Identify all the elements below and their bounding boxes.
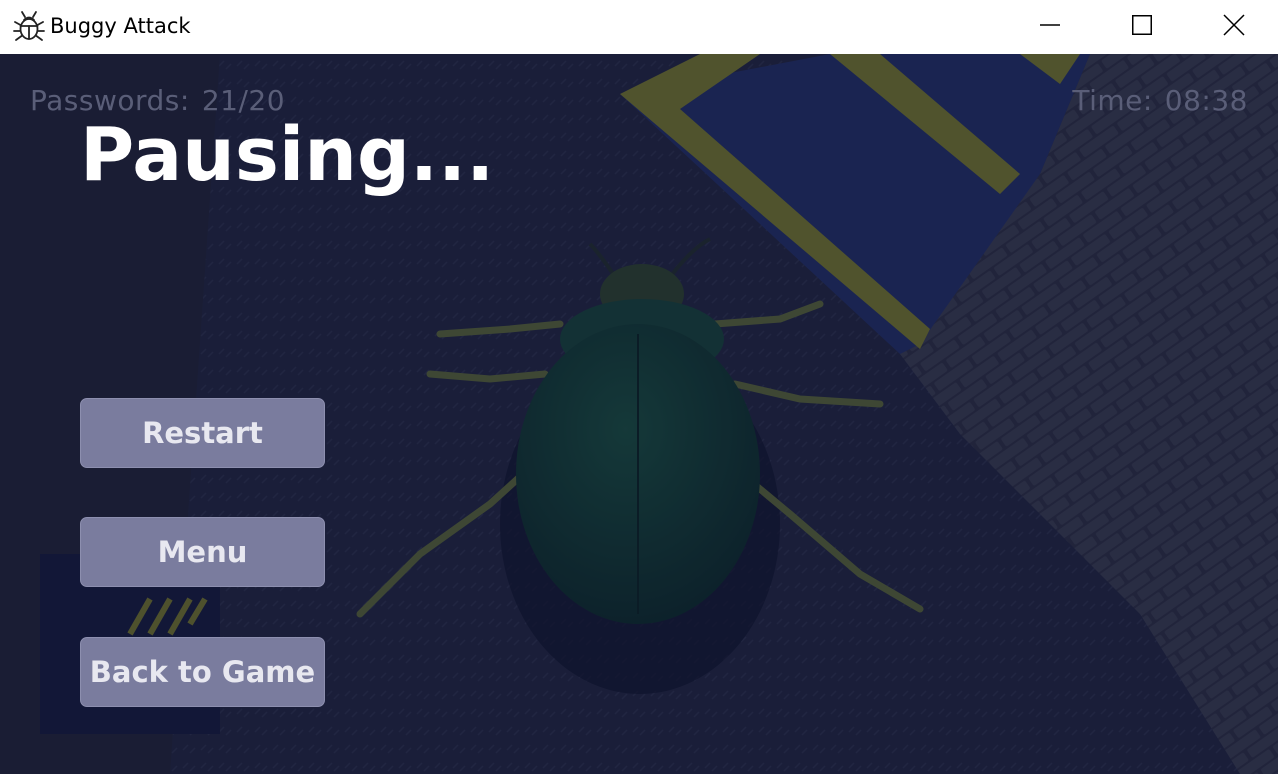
game-window: Buggy Attack Passwords: 21/20 Time: 08:3… xyxy=(0,0,1278,774)
pause-title: Pausing... xyxy=(80,112,495,198)
game-viewport: Passwords: 21/20 Time: 08:38 Pausing... Re… xyxy=(0,54,1278,774)
maximize-icon xyxy=(1132,15,1152,35)
bug-icon xyxy=(13,11,45,41)
time-label: Time: xyxy=(1072,84,1153,117)
window-title: Buggy Attack xyxy=(50,14,191,38)
close-icon xyxy=(1223,14,1245,36)
menu-button[interactable]: Menu xyxy=(80,517,325,587)
time-display: Time: 08:38 xyxy=(1072,84,1248,117)
minimize-button[interactable] xyxy=(1004,0,1096,50)
title-bar: Buggy Attack xyxy=(0,0,1278,54)
minimize-icon xyxy=(1040,24,1060,26)
back-to-game-button[interactable]: Back to Game xyxy=(80,637,325,707)
close-button[interactable] xyxy=(1188,0,1278,50)
maximize-button[interactable] xyxy=(1096,0,1188,50)
restart-button[interactable]: Restart xyxy=(80,398,325,468)
time-value: 08:38 xyxy=(1164,84,1248,117)
